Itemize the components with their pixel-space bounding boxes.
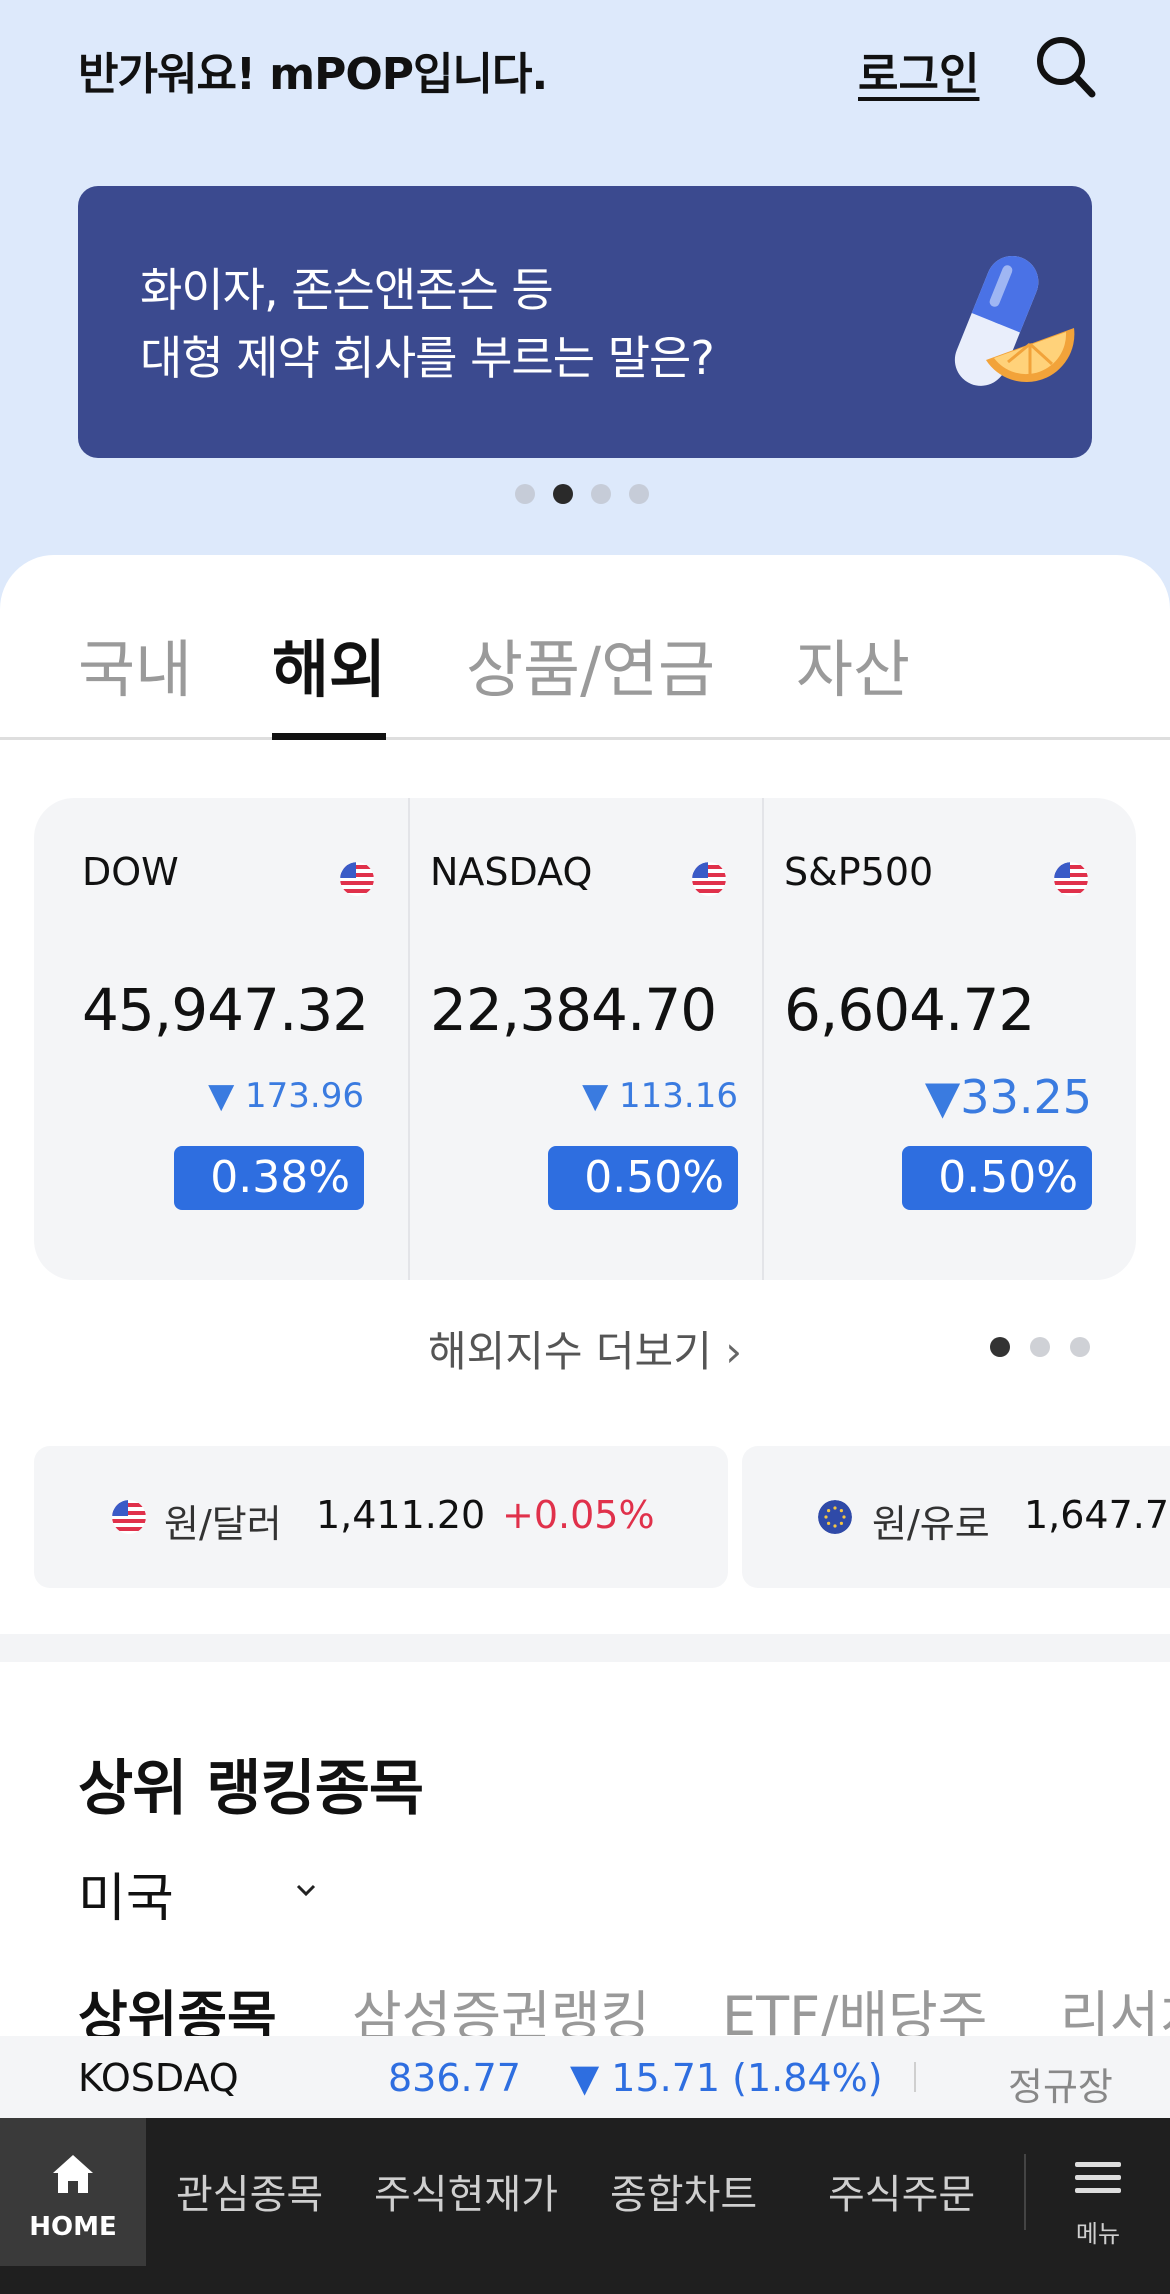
- index-name: S&P500: [784, 850, 934, 894]
- ticker-session: 정규장: [1008, 2065, 1113, 2109]
- nav-home[interactable]: HOME: [0, 2118, 146, 2266]
- index-card[interactable]: DOW 45,947.32 ▼ 173.96 0.38% NASDAQ 22,3…: [34, 798, 1136, 1280]
- nav-current-price[interactable]: 주식현재가: [374, 2162, 558, 2220]
- index-name: DOW: [82, 850, 179, 894]
- fx-value: 1,411.20: [316, 1493, 486, 1537]
- index-pct-badge: 0.50%: [548, 1146, 738, 1210]
- us-flag-icon: [1054, 862, 1088, 896]
- fx-value: 1,647.72: [1024, 1493, 1170, 1537]
- index-pct-badge: 0.50%: [902, 1146, 1092, 1210]
- index-sp500[interactable]: S&P500 6,604.72 ▼33.25 0.50%: [762, 798, 1116, 1280]
- index-change: ▼ 173.96: [208, 1076, 364, 1116]
- index-change: ▼ 113.16: [582, 1076, 738, 1116]
- index-dow[interactable]: DOW 45,947.32 ▼ 173.96 0.38%: [34, 798, 388, 1280]
- index-nasdaq[interactable]: NASDAQ 22,384.70 ▼ 113.16 0.50%: [408, 798, 762, 1280]
- index-dot-1[interactable]: [990, 1337, 1010, 1357]
- search-icon[interactable]: [1034, 34, 1096, 100]
- market-ticker[interactable]: KOSDAQ 836.77 ▼ 15.71 (1.84%) 정규장: [0, 2036, 1170, 2118]
- banner-dot-3[interactable]: [591, 484, 611, 504]
- banner-dot-1[interactable]: [515, 484, 535, 504]
- market-tabs: 국내 해외 상품/연금 자산: [0, 620, 1170, 740]
- greeting-title: 반가워요! mPOP입니다.: [78, 49, 548, 100]
- tab-overseas[interactable]: 해외: [272, 620, 387, 740]
- banner-line-1: 화이자, 존슨앤존슨 등: [140, 263, 554, 317]
- chevron-down-icon[interactable]: [292, 1876, 320, 1904]
- chevron-right-icon: ›: [711, 1327, 742, 1376]
- index-change: ▼33.25: [924, 1070, 1092, 1124]
- index-dot-2[interactable]: [1030, 1337, 1050, 1357]
- ticker-value: 836.77: [388, 2056, 521, 2100]
- ranking-title: 상위 랭킹종목: [78, 1754, 424, 1824]
- fx-change: +0.05%: [502, 1493, 655, 1537]
- us-flag-icon: [692, 862, 726, 896]
- ticker-name: KOSDAQ: [78, 2056, 239, 2100]
- index-pagination: [990, 1337, 1090, 1357]
- index-dot-3[interactable]: [1070, 1337, 1090, 1357]
- tab-assets[interactable]: 자산: [796, 620, 910, 740]
- tab-domestic[interactable]: 국내: [78, 620, 192, 740]
- tab-commodities-pension[interactable]: 상품/연금: [466, 620, 715, 740]
- us-flag-icon: [112, 1500, 146, 1534]
- home-label: HOME: [29, 2212, 117, 2242]
- home-icon: [53, 2155, 93, 2193]
- menu-icon[interactable]: [1075, 2160, 1121, 2196]
- ticker-change: ▼ 15.71 (1.84%): [570, 2056, 883, 2100]
- index-value: 22,384.70: [430, 976, 717, 1044]
- header-area: 반가워요! mPOP입니다. 로그인 화이자, 존슨앤존슨 등 대형 제약 회사…: [0, 0, 1170, 620]
- bottom-nav: HOME 관심종목 주식현재가 종합차트 주식주문 메뉴: [0, 2118, 1170, 2294]
- more-indices-label: 해외지수 더보기: [428, 1327, 712, 1376]
- index-value: 45,947.32: [82, 976, 369, 1044]
- banner-text: 화이자, 존슨앤존슨 등 대형 제약 회사를 부르는 말은?: [140, 256, 715, 392]
- login-link[interactable]: 로그인: [858, 38, 979, 102]
- fx-label: 원/유로: [872, 1502, 990, 1546]
- promo-banner[interactable]: 화이자, 존슨앤존슨 등 대형 제약 회사를 부르는 말은?: [78, 186, 1092, 458]
- fx-card-usd[interactable]: 원/달러 1,411.20 +0.05%: [34, 1446, 728, 1588]
- ticker-divider: [914, 2062, 916, 2092]
- nav-chart[interactable]: 종합차트: [610, 2162, 757, 2220]
- nav-order[interactable]: 주식주문: [828, 2162, 975, 2220]
- eu-flag-icon: [818, 1500, 852, 1534]
- index-name: NASDAQ: [430, 850, 593, 894]
- market-select[interactable]: 미국: [78, 1856, 174, 1931]
- nav-divider: [1024, 2154, 1026, 2230]
- fx-label: 원/달러: [164, 1502, 282, 1546]
- us-flag-icon: [340, 862, 374, 896]
- banner-pagination: [515, 484, 655, 504]
- index-pct-badge: 0.38%: [174, 1146, 364, 1210]
- banner-dot-4[interactable]: [629, 484, 649, 504]
- menu-label: 메뉴: [1075, 2220, 1121, 2248]
- index-value: 6,604.72: [784, 976, 1035, 1044]
- banner-dot-2[interactable]: [553, 484, 573, 504]
- nav-watchlist[interactable]: 관심종목: [176, 2162, 323, 2220]
- fx-card-eur[interactable]: 원/유로 1,647.72: [742, 1446, 1170, 1588]
- section-divider: [0, 1634, 1170, 1662]
- pill-illustration-icon: [954, 255, 1075, 386]
- banner-line-2: 대형 제약 회사를 부르는 말은?: [140, 331, 715, 385]
